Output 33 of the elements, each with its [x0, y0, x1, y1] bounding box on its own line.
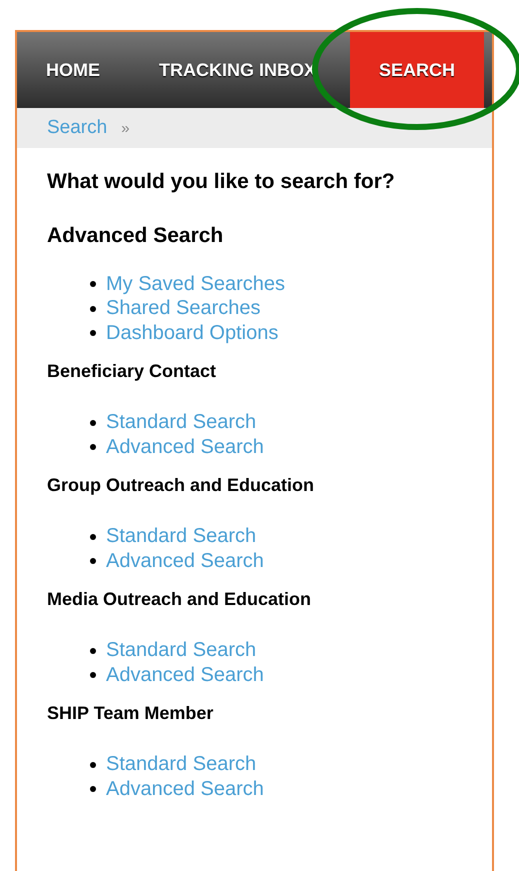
bullet-icon — [90, 281, 96, 288]
section-heading: Advanced Search — [47, 224, 224, 248]
list-link[interactable]: Standard Search — [106, 639, 256, 662]
section-heading: Media Outreach and Education — [47, 588, 312, 610]
section-heading: Beneficiary Contact — [47, 360, 218, 382]
list-link[interactable]: Standard Search — [106, 411, 256, 434]
breadcrumb-separator: » — [121, 120, 130, 136]
list-link[interactable]: Advanced Search — [106, 778, 264, 801]
nav-tab[interactable]: HOME — [17, 32, 100, 108]
bullet-icon — [90, 558, 96, 564]
list-link[interactable]: Advanced Search — [106, 664, 264, 687]
list-link[interactable]: Standard Search — [106, 753, 256, 776]
section-heading: Group Outreach and Education — [47, 474, 316, 496]
nav-tab[interactable]: SEARCH — [350, 32, 484, 108]
list-link[interactable]: Advanced Search — [106, 550, 264, 573]
bullet-icon — [90, 648, 96, 654]
list-link[interactable]: Dashboard Options — [106, 322, 278, 345]
list-link[interactable]: Shared Searches — [106, 297, 261, 320]
bullet-icon — [90, 420, 96, 426]
section-heading: SHIP Team Member — [47, 702, 214, 724]
bullet-icon — [90, 330, 96, 336]
bullet-icon — [90, 444, 96, 450]
breadcrumb-link[interactable]: Search — [47, 117, 108, 139]
bullet-icon — [90, 672, 96, 678]
list-link[interactable]: My Saved Searches — [106, 272, 285, 296]
bullet-icon — [90, 762, 96, 768]
bullet-icon — [90, 786, 96, 792]
page-heading: What would you like to search for? — [47, 170, 396, 194]
list-link[interactable]: Standard Search — [106, 525, 256, 548]
bullet-icon — [90, 534, 96, 540]
nav-tab[interactable]: TRACKING INBOX — [121, 32, 316, 108]
list-link[interactable]: Advanced Search — [106, 436, 264, 459]
bullet-icon — [90, 306, 96, 312]
